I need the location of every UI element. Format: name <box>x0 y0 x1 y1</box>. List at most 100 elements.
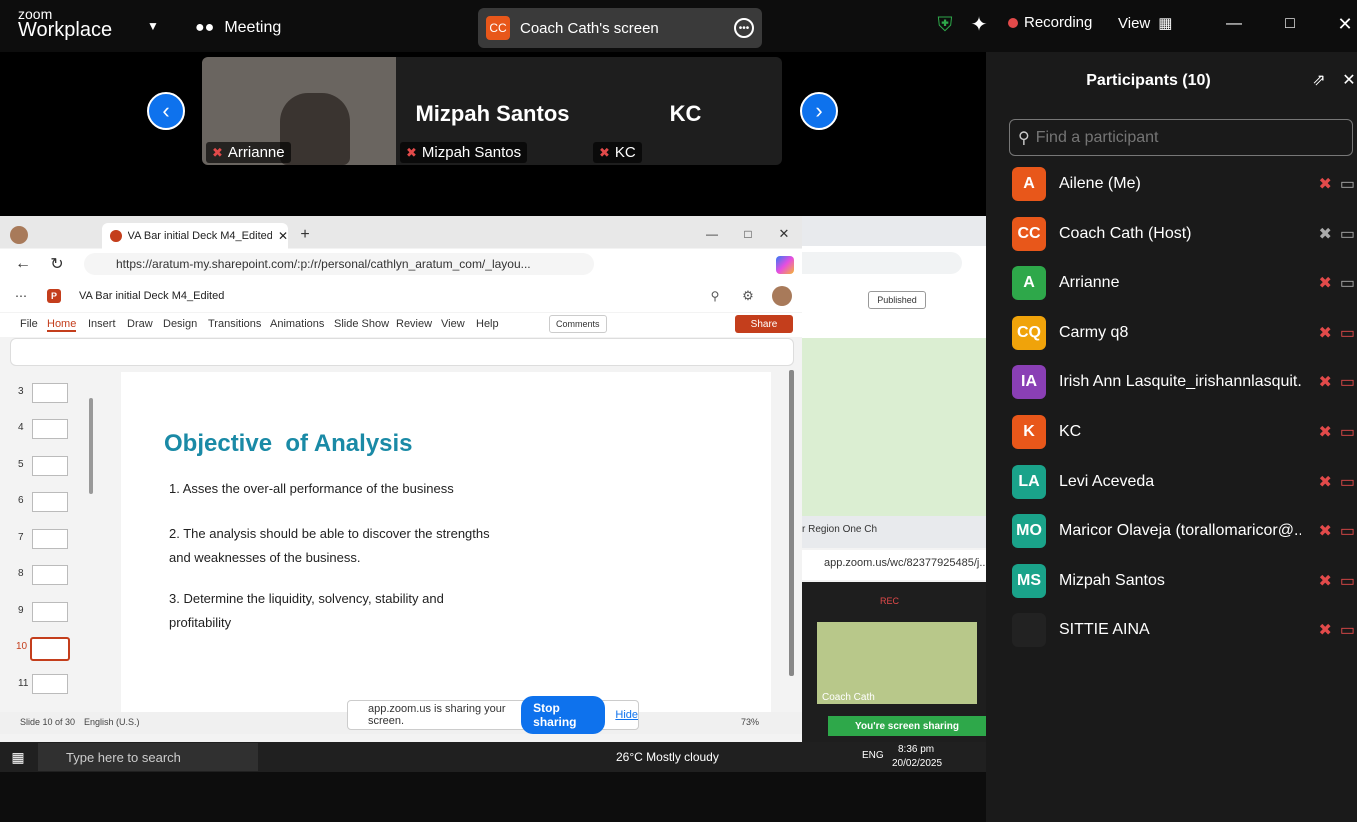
participant-row[interactable]: LA Levi Aceveda ✖ ▭ <box>1012 462 1357 502</box>
minimize-icon[interactable]: — <box>1224 14 1244 34</box>
video-tile-kc[interactable]: KC ✖ KC <box>589 57 782 165</box>
menu-draw[interactable]: Draw <box>127 318 153 330</box>
slide-canvas[interactable]: Objective of Analysis 1. Asses the over-… <box>121 372 771 712</box>
menu-animations[interactable]: Animations <box>270 318 324 330</box>
participant-row[interactable]: SITTIE AINA ✖ ▭ <box>1012 610 1357 650</box>
participant-search[interactable]: ⚲ <box>1009 119 1353 156</box>
copilot-icon[interactable] <box>776 256 794 274</box>
slide-thumb-6[interactable] <box>32 492 68 512</box>
clock-date[interactable]: 20/02/2025 <box>892 758 942 769</box>
mic-muted-icon[interactable]: ✖ <box>1318 571 1331 591</box>
slide-thumb-11[interactable] <box>32 674 68 694</box>
mic-icon[interactable]: ✖ <box>1318 224 1331 244</box>
mic-muted-icon[interactable]: ✖ <box>1318 472 1331 492</box>
slide-thumb-10[interactable] <box>30 637 70 661</box>
video-icon[interactable]: ▭ <box>1340 224 1355 244</box>
menu-view[interactable]: View <box>441 318 465 330</box>
language-status[interactable]: English (U.S.) <box>84 717 140 727</box>
participant-row[interactable]: A Arrianne ✖ ▭ <box>1012 263 1357 303</box>
video-icon[interactable]: ▭ <box>1340 273 1355 293</box>
win-close-icon[interactable]: ✕ <box>774 226 794 242</box>
slide-thumb-4[interactable] <box>32 419 68 439</box>
side-tab-title[interactable]: r Region One Ch <box>802 524 902 535</box>
slide-thumb-7[interactable] <box>32 529 68 549</box>
panel-close-icon[interactable]: ✕ <box>1341 70 1357 90</box>
search-icon[interactable]: ⚲ <box>708 289 722 303</box>
browser-tab-ppt[interactable]: VA Bar initial Deck M4_Edited.ppt ✕ <box>102 223 288 249</box>
mic-muted-icon[interactable]: ✖ <box>1318 620 1331 640</box>
hide-button[interactable]: Hide <box>615 709 638 721</box>
meeting-button[interactable]: ●● Meeting <box>195 16 281 40</box>
mic-muted-icon[interactable]: ✖ <box>1318 372 1331 392</box>
maximize-icon[interactable]: □ <box>1280 14 1300 34</box>
address-bar[interactable]: https://aratum-my.sharepoint.com/:p:/r/p… <box>84 253 594 275</box>
view-button[interactable]: View ▦ <box>1118 14 1172 33</box>
video-off-icon[interactable]: ▭ <box>1340 472 1355 492</box>
zoom-level[interactable]: 73% <box>741 717 759 727</box>
menu-design[interactable]: Design <box>163 318 197 330</box>
popout-icon[interactable]: ⇗ <box>1309 70 1329 90</box>
video-off-icon[interactable]: ▭ <box>1340 323 1355 343</box>
next-page-icon[interactable]: › <box>800 92 838 130</box>
video-off-icon[interactable]: ▭ <box>1340 521 1355 541</box>
stop-sharing-button[interactable]: Stop sharing <box>521 696 606 734</box>
win-minimize-icon[interactable]: — <box>702 226 722 242</box>
video-tile-mizpah[interactable]: Mizpah Santos ✖ Mizpah Santos <box>396 57 589 165</box>
menu-file[interactable]: File <box>20 318 38 330</box>
video-tile-arrianne[interactable]: ✖ Arrianne <box>202 57 396 165</box>
mic-muted-icon[interactable]: ✖ <box>1318 422 1331 442</box>
slide-thumb-8[interactable] <box>32 565 68 585</box>
participant-row[interactable]: CC Coach Cath (Host) ✖ ▭ <box>1012 214 1357 254</box>
menu-help[interactable]: Help <box>476 318 499 330</box>
menu-home[interactable]: Home <box>47 318 77 332</box>
gear-icon[interactable]: ⚙ <box>741 288 755 303</box>
participant-row[interactable]: CQ Carmy q8 ✖ ▭ <box>1012 313 1357 353</box>
menu-transitions[interactable]: Transitions <box>208 318 261 330</box>
new-tab-icon[interactable]: + <box>296 226 314 244</box>
video-off-icon[interactable]: ▭ <box>1340 620 1355 640</box>
prev-page-icon[interactable]: ‹ <box>147 92 185 130</box>
slide-thumb-5[interactable] <box>32 456 68 476</box>
menu-slideshow[interactable]: Slide Show <box>334 318 389 330</box>
chevron-down-icon[interactable]: ▼ <box>143 16 163 36</box>
video-icon[interactable]: ▭ <box>1340 174 1355 194</box>
tab-close-icon[interactable]: ✕ <box>278 229 288 243</box>
refresh-icon[interactable]: ↻ <box>48 255 66 273</box>
mic-muted-icon[interactable]: ✖ <box>1318 323 1331 343</box>
screen-share-label[interactable]: CC Coach Cath's screen ••• <box>478 8 762 48</box>
slide-scrollbar[interactable] <box>789 370 794 676</box>
input-language[interactable]: ENG <box>862 750 884 761</box>
weather-widget[interactable]: 26°C Mostly cloudy <box>616 750 719 764</box>
sparkle-icon[interactable]: ✦ <box>968 13 990 36</box>
menu-insert[interactable]: Insert <box>88 318 116 330</box>
slide-thumb-3[interactable] <box>32 383 68 403</box>
thumb-scrollbar[interactable] <box>89 398 93 494</box>
video-off-icon[interactable]: ▭ <box>1340 422 1355 442</box>
more-options-icon[interactable]: ••• <box>734 18 754 38</box>
profile-avatar[interactable] <box>10 226 28 244</box>
mic-muted-icon[interactable]: ✖ <box>1318 174 1331 194</box>
video-off-icon[interactable]: ▭ <box>1340 571 1355 591</box>
participant-row[interactable]: K KC ✖ ▭ <box>1012 412 1357 452</box>
user-avatar[interactable] <box>772 286 792 306</box>
share-button[interactable]: Share <box>735 315 793 333</box>
menu-review[interactable]: Review <box>396 318 432 330</box>
side-address-bar[interactable]: app.zoom.us/wc/82377925485/j... <box>802 550 986 580</box>
participant-row[interactable]: IA Irish Ann Lasquite_irishannlasquit... ✖… <box>1012 362 1357 402</box>
win-maximize-icon[interactable]: □ <box>738 226 758 242</box>
mic-muted-icon[interactable]: ✖ <box>1318 273 1331 293</box>
participant-row[interactable]: MO Maricor Olaveja (torallomaricor@... ✖ ▭ <box>1012 511 1357 551</box>
clock-time[interactable]: 8:36 pm <box>898 744 934 755</box>
participant-row[interactable]: A Ailene (Me) ✖ ▭ <box>1012 164 1357 204</box>
document-title[interactable]: VA Bar initial Deck M4_Edited <box>79 290 224 302</box>
shield-icon[interactable]: ⛨ <box>934 14 956 36</box>
video-off-icon[interactable]: ▭ <box>1340 372 1355 392</box>
participant-row[interactable]: MS Mizpah Santos ✖ ▭ <box>1012 561 1357 601</box>
slide-thumb-9[interactable] <box>32 602 68 622</box>
participant-search-input[interactable] <box>1035 128 1326 147</box>
back-icon[interactable]: ← <box>14 255 32 273</box>
close-icon[interactable]: ✕ <box>1335 14 1355 34</box>
recording-indicator[interactable]: Recording <box>1008 14 1092 31</box>
windows-start-icon[interactable]: ▦ <box>10 749 26 765</box>
taskbar-search[interactable]: Type here to search <box>38 743 258 771</box>
